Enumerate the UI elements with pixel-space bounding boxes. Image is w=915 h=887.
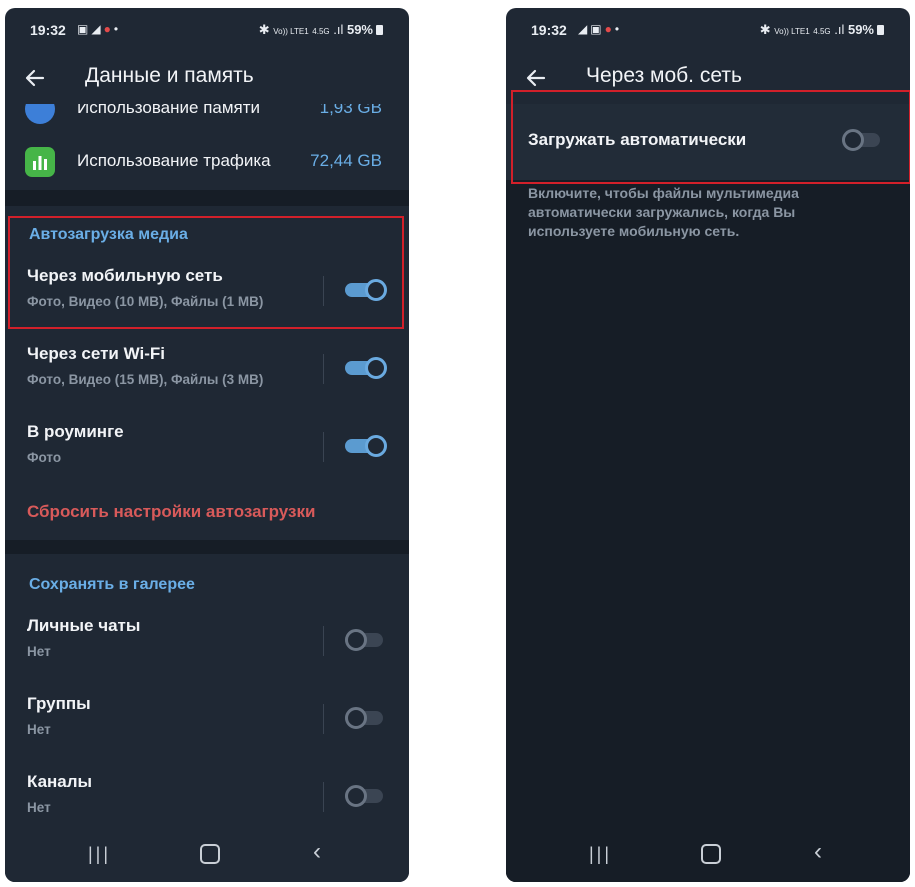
divider	[323, 626, 324, 656]
nav-home-icon[interactable]	[701, 844, 721, 864]
memory-usage-value: 1,93 GB	[319, 104, 382, 117]
auto-download-toggle[interactable]	[842, 129, 882, 151]
reset-autodownload-button[interactable]: Сбросить настройки автозагрузки	[27, 502, 315, 522]
status-time: 19:32	[30, 22, 66, 38]
row-title: Каналы	[27, 772, 93, 791]
system-nav-bar: ||| ‹	[5, 826, 409, 882]
row-subtitle: Фото	[27, 450, 62, 465]
autodownload-roaming-row[interactable]: В роуминге Фото	[5, 414, 409, 478]
app-bar: Данные и память	[5, 54, 409, 104]
section-divider	[5, 540, 409, 554]
nav-recent-icon[interactable]: |||	[589, 844, 612, 865]
traffic-usage-row[interactable]: Использование трафика 72,44 GB	[5, 142, 409, 190]
system-nav-bar: ||| ‹	[506, 826, 910, 882]
back-arrow-icon[interactable]	[524, 66, 550, 92]
app-bar: Через моб. сеть	[506, 54, 910, 104]
status-right: ✱ Vo)) LTE1 4.5G .ıl 59%	[259, 22, 383, 38]
auto-download-section: Загружать автоматически	[506, 104, 910, 180]
divider	[323, 354, 324, 384]
nav-back-icon[interactable]: ‹	[313, 838, 321, 866]
wifi-toggle[interactable]	[345, 357, 387, 379]
traffic-usage-label: Использование трафика	[77, 151, 271, 170]
auto-download-label: Загружать автоматически	[528, 130, 747, 149]
battery-level: 59%	[847, 22, 874, 37]
mobile-toggle[interactable]	[345, 279, 387, 301]
autodownload-wifi-row[interactable]: Через сети Wi-Fi Фото, Видео (15 MB), Фа…	[5, 336, 409, 400]
hint-area	[506, 180, 910, 882]
row-title: Группы	[27, 694, 91, 713]
memory-usage-label: Использование памяти	[77, 104, 261, 117]
auto-download-hint: Включите, чтобы файлы мультимедиа автома…	[528, 185, 799, 239]
page-title: Данные и память	[85, 64, 254, 87]
autodownload-header: Автозагрузка медиа	[29, 226, 188, 243]
page-title: Через моб. сеть	[586, 64, 742, 87]
section-divider	[5, 190, 409, 206]
gallery-channels-row[interactable]: Каналы Нет	[5, 764, 409, 828]
roaming-toggle[interactable]	[345, 435, 387, 457]
row-subtitle: Нет	[27, 800, 51, 815]
nav-back-icon[interactable]: ‹	[814, 838, 822, 866]
notification-icons: ◢▣●•	[578, 22, 623, 36]
row-subtitle: Нет	[27, 644, 51, 659]
divider	[323, 782, 324, 812]
status-bar: 19:32 ▣◢●• ✱ Vo)) LTE1 4.5G .ıl 59%	[5, 8, 409, 54]
private-chats-toggle[interactable]	[345, 629, 385, 651]
nav-home-icon[interactable]	[200, 844, 220, 864]
row-title: Личные чаты	[27, 616, 141, 635]
autodownload-section: Автозагрузка медиа Через мобильную сеть …	[5, 206, 409, 540]
groups-toggle[interactable]	[345, 707, 385, 729]
notification-icons: ▣◢●•	[77, 22, 122, 36]
nav-recent-icon[interactable]: |||	[88, 844, 111, 865]
phone-screen-data-and-storage: 19:32 ▣◢●• ✱ Vo)) LTE1 4.5G .ıl 59% Данн…	[5, 8, 409, 882]
gallery-groups-row[interactable]: Группы Нет	[5, 686, 409, 750]
phone-screen-mobile-network: 19:32 ◢▣●• ✱ Vo)) LTE1 4.5G .ıl 59% Чере…	[506, 8, 910, 882]
battery-icon	[376, 25, 383, 35]
status-bar: 19:32 ◢▣●• ✱ Vo)) LTE1 4.5G .ıl 59%	[506, 8, 910, 54]
traffic-chart-icon	[25, 147, 55, 177]
divider	[323, 276, 324, 306]
status-time: 19:32	[531, 22, 567, 38]
divider	[323, 704, 324, 734]
save-to-gallery-section: Сохранять в галерее Личные чаты Нет Груп…	[5, 554, 409, 826]
autodownload-mobile-row[interactable]: Через мобильную сеть Фото, Видео (10 MB)…	[5, 258, 409, 322]
storage-icon	[25, 104, 55, 124]
divider	[323, 432, 324, 462]
row-title: Через мобильную сеть	[27, 266, 223, 285]
auto-download-row[interactable]: Загружать автоматически	[506, 104, 910, 180]
gallery-header: Сохранять в галерее	[29, 576, 195, 593]
row-subtitle: Фото, Видео (10 MB), Файлы (1 MB)	[27, 294, 264, 309]
row-title: Через сети Wi-Fi	[27, 344, 165, 363]
battery-level: 59%	[346, 22, 373, 37]
channels-toggle[interactable]	[345, 785, 385, 807]
memory-usage-row[interactable]: Использование памяти 1,93 GB	[5, 104, 409, 132]
status-right: ✱ Vo)) LTE1 4.5G .ıl 59%	[760, 22, 884, 38]
gallery-private-chats-row[interactable]: Личные чаты Нет	[5, 608, 409, 672]
storage-section: Использование памяти 1,93 GB Использован…	[5, 104, 409, 190]
traffic-usage-value: 72,44 GB	[310, 151, 382, 170]
row-subtitle: Нет	[27, 722, 51, 737]
row-title: В роуминге	[27, 422, 124, 441]
battery-icon	[877, 25, 884, 35]
row-subtitle: Фото, Видео (15 MB), Файлы (3 MB)	[27, 372, 264, 387]
back-arrow-icon[interactable]	[23, 66, 49, 92]
